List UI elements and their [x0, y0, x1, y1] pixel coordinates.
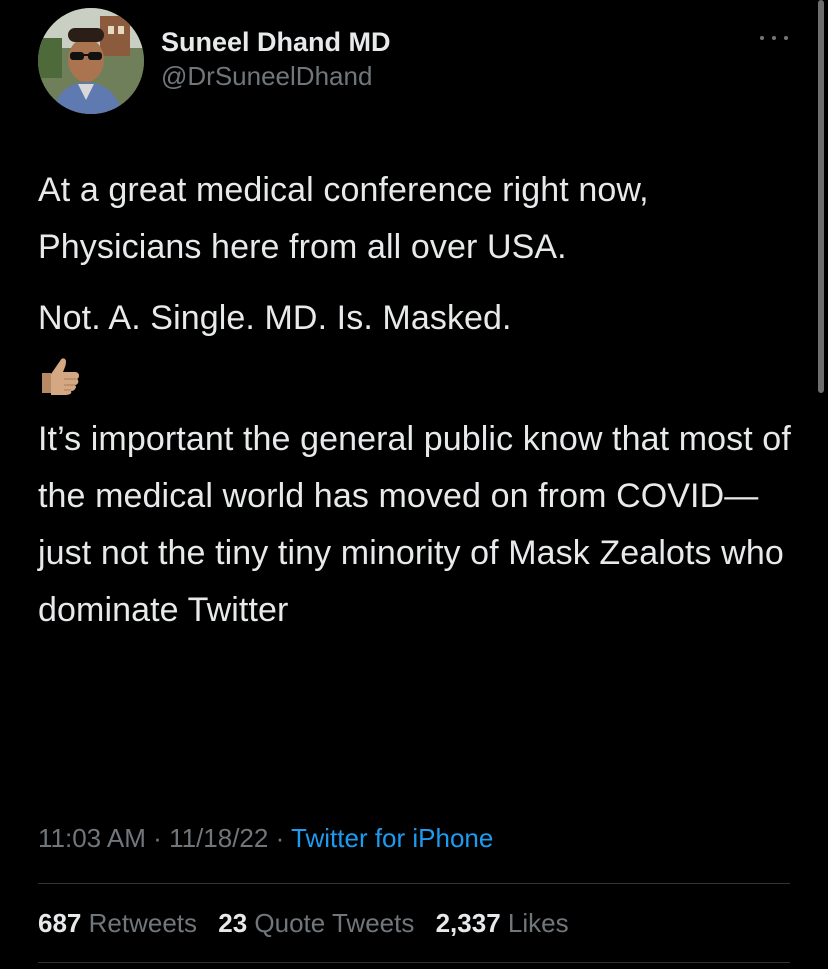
scrollbar[interactable] [818, 0, 824, 393]
retweets-stat[interactable]: 687 Retweets [38, 908, 197, 938]
tweet-time[interactable]: 11:03 AM [38, 823, 146, 853]
dot [772, 36, 776, 40]
tweet-text: At a great medical conference right now,… [38, 162, 798, 639]
likes-label: Likes [507, 908, 569, 938]
tweet-detail: Suneel Dhand MD @DrSuneelDhand At a grea… [0, 0, 828, 969]
author-names: Suneel Dhand MD @DrSuneelDhand [161, 25, 391, 93]
quote-tweets-count: 23 [218, 908, 248, 938]
divider [38, 962, 790, 963]
user-handle[interactable]: @DrSuneelDhand [161, 59, 391, 93]
dot [760, 36, 764, 40]
retweets-label: Retweets [88, 908, 198, 938]
quote-tweets-label: Quote Tweets [254, 908, 415, 938]
profile-photo-icon [38, 8, 144, 114]
likes-count: 2,337 [435, 908, 501, 938]
quote-tweets-stat[interactable]: 23 Quote Tweets [218, 908, 414, 938]
tweet-paragraph: At a great medical conference right now,… [38, 171, 649, 266]
meta-separator: · [153, 823, 162, 853]
divider [38, 883, 790, 884]
tweet-paragraph: It’s important the general public know t… [38, 420, 791, 629]
retweets-count: 687 [38, 908, 82, 938]
tweet-header: Suneel Dhand MD @DrSuneelDhand [38, 8, 798, 118]
tweet-meta: 11:03 AM · 11/18/22 · Twitter for iPhone [38, 818, 493, 858]
tweet-paragraph: Not. A. Single. MD. Is. Masked. [38, 299, 512, 337]
tweet-stats: 687 Retweets 23 Quote Tweets 2,337 Likes [38, 905, 583, 941]
avatar[interactable] [38, 8, 144, 114]
likes-stat[interactable]: 2,337 Likes [436, 908, 569, 938]
thumbs-up-icon [38, 353, 798, 401]
dot [784, 36, 788, 40]
tweet-date[interactable]: 11/18/22 [169, 823, 268, 853]
display-name[interactable]: Suneel Dhand MD [161, 25, 391, 59]
tweet-source-link[interactable]: Twitter for iPhone [291, 823, 493, 853]
more-options-icon[interactable] [760, 31, 788, 45]
meta-separator: · [275, 823, 285, 853]
